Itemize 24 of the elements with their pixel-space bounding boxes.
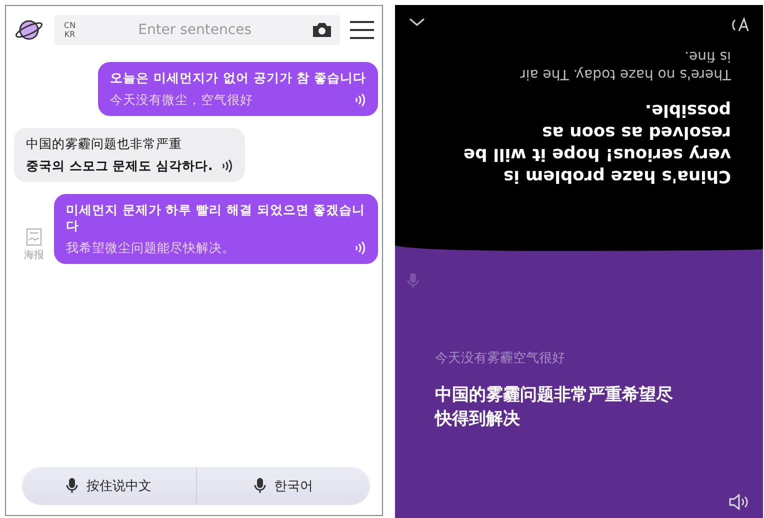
poster-label: 海报: [24, 248, 44, 262]
recognized-sentence: 中国的雾霾问题非常严重希望尽 快得到解决: [435, 384, 674, 431]
chevron-down-icon[interactable]: [409, 17, 425, 27]
translation-text: 我希望微尘问题能尽快解决。: [66, 240, 235, 256]
planet-icon[interactable]: [14, 18, 44, 42]
microphone-icon: [254, 478, 266, 494]
flipped-translation: There's no haze today. The air is fine.: [519, 47, 731, 83]
speaker-icon[interactable]: [729, 494, 751, 510]
translation-text: 今天没有微尘，空气很好: [110, 92, 254, 108]
search-field[interactable]: CN KR Enter sentences: [54, 15, 340, 45]
language-pair-button[interactable]: CN KR: [62, 21, 78, 39]
microphone-icon: [66, 478, 78, 494]
message-text: 오늘은 미세먼지가 없어 공기가 참 좋습니다: [110, 70, 366, 86]
message-text: 미세먼지 문제가 하루 빨리 해결 되었으면 좋겠습니다: [66, 202, 366, 234]
speaker-icon[interactable]: [220, 159, 233, 173]
microphone-icon: [407, 273, 419, 289]
previous-sentence: 今天没有雾霾空气很好: [435, 350, 566, 367]
hold-to-speak-button[interactable]: 按住说中文: [22, 467, 196, 505]
message-text: 中国的雾霾问题也非常严重: [26, 136, 183, 152]
hold-to-speak-button[interactable]: 한국어: [196, 467, 370, 505]
camera-icon[interactable]: [312, 22, 332, 38]
flipped-translation: China's haze problem is very serious! hope it will be resolved as soon as possible.: [462, 99, 731, 187]
translation-text: 중국의 스모그 문제도 심각하다.: [26, 158, 213, 174]
menu-icon[interactable]: [350, 21, 374, 39]
